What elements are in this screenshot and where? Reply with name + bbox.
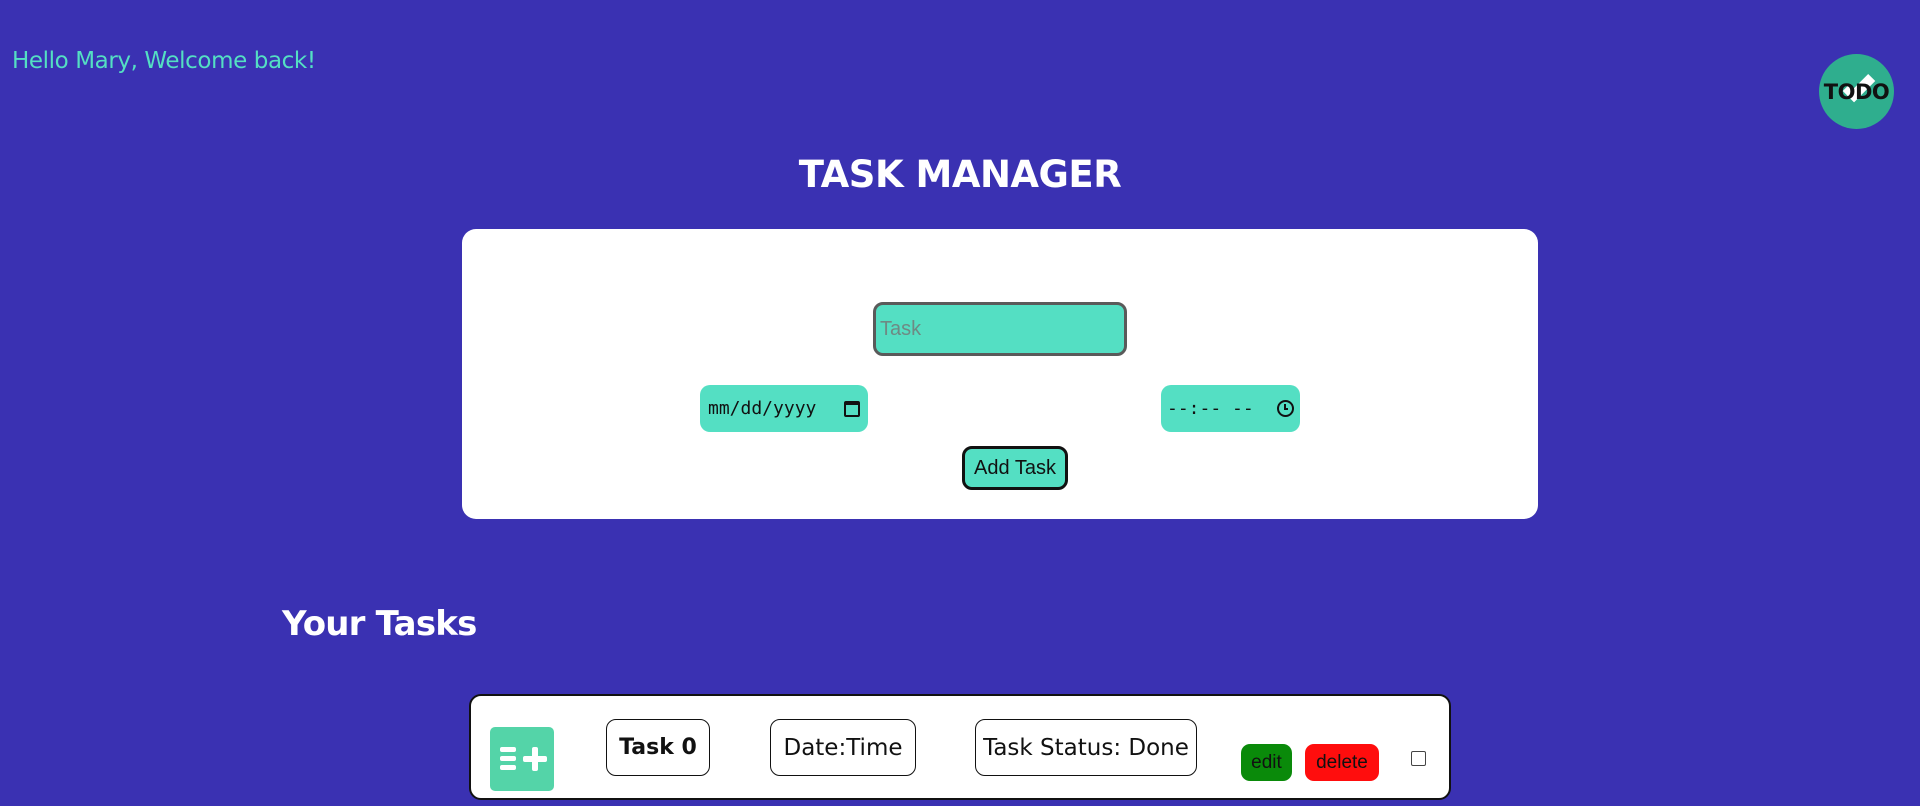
time-input-placeholder: --:-- --	[1167, 398, 1254, 419]
task-status: Task Status: Done	[975, 719, 1197, 776]
delete-task-button[interactable]: delete	[1305, 744, 1379, 781]
task-row: Task 0 Date:Time Task Status: Done edit …	[469, 694, 1451, 800]
date-input[interactable]: mm/dd/yyyy	[700, 385, 868, 432]
logo-text: TODO	[1823, 80, 1890, 104]
task-done-checkbox[interactable]	[1411, 751, 1426, 766]
task-list-add-icon	[490, 727, 554, 791]
your-tasks-heading: Your Tasks	[282, 604, 477, 644]
page-title: TASK MANAGER	[798, 153, 1122, 196]
calendar-icon[interactable]	[844, 400, 860, 417]
date-input-placeholder: mm/dd/yyyy	[708, 398, 817, 419]
greeting-text: Hello Mary, Welcome back!	[12, 48, 316, 74]
task-datetime: Date:Time	[770, 719, 916, 776]
task-input[interactable]	[873, 302, 1127, 356]
todo-logo: TODO	[1819, 54, 1894, 129]
edit-task-button[interactable]: edit	[1241, 744, 1292, 781]
add-task-button[interactable]: Add Task	[962, 446, 1068, 490]
clock-icon[interactable]	[1277, 400, 1294, 417]
time-input[interactable]: --:-- --	[1161, 385, 1300, 432]
task-name: Task 0	[606, 719, 710, 776]
